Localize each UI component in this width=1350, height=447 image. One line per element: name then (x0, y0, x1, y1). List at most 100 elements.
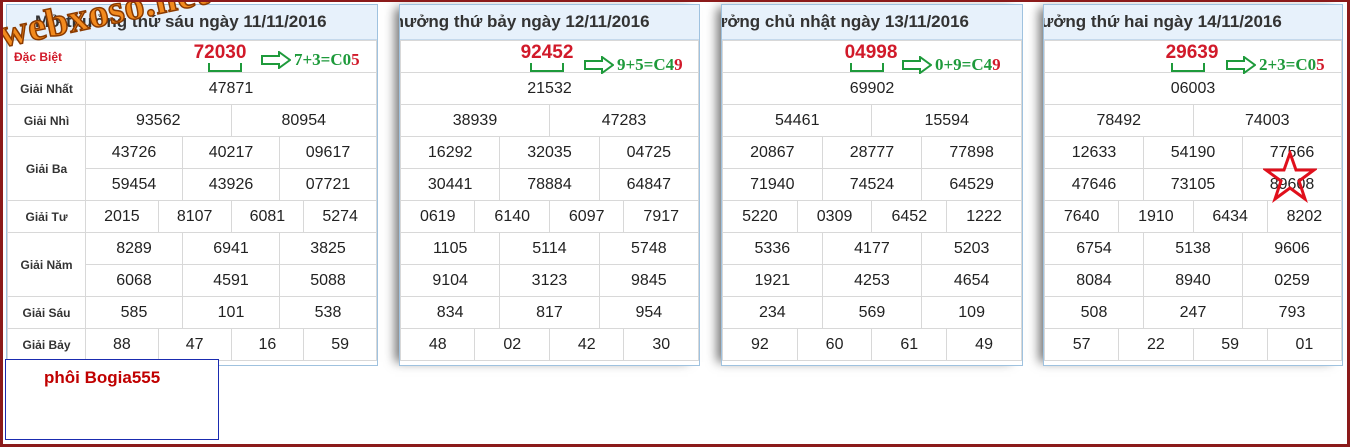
second-prize: 15594 (871, 104, 1022, 137)
fourth-prize: 6097 (548, 200, 625, 233)
first-prize: 69902 (722, 72, 1022, 105)
label-bay: Giải Bảy (7, 328, 86, 361)
fourth-prize: 6452 (871, 200, 948, 233)
fourth-prize: 1222 (946, 200, 1022, 233)
fourth-prize: 0619 (400, 200, 476, 233)
result-panel-2: Mở thưởng thứ bảy ngày 12/11/2016 92452 … (399, 4, 700, 366)
fifth-prize: 3123 (499, 264, 600, 297)
panel-title: Mở thưởng thứ bảy ngày 12/11/2016 (400, 5, 699, 40)
digit-bracket (1171, 63, 1205, 72)
fifth-prize: 5203 (921, 232, 1022, 265)
label-ba: Giải Ba (7, 136, 86, 201)
note-text: phôi Bogia555 (44, 368, 161, 387)
fourth-prize: 6140 (474, 200, 550, 233)
third-prize: 59454 (85, 168, 183, 201)
seventh-prize: 16 (230, 328, 305, 361)
fifth-prize: 8289 (85, 232, 183, 265)
formula-text: 9+5=C49 (617, 55, 683, 74)
digit-bracket (530, 63, 564, 72)
note-box: phôi Bogia555 (5, 359, 219, 440)
fifth-prize: 4591 (182, 264, 280, 297)
fifth-prize: 4177 (821, 232, 923, 265)
third-prize: 74524 (821, 168, 923, 201)
fourth-prize: 1910 (1118, 200, 1194, 233)
seventh-prize: 88 (85, 328, 159, 361)
results-table: Đặc Biệt 72030 Giải Nhất 47871 Giải Nhì … (7, 40, 377, 361)
second-prize: 38939 (400, 104, 550, 137)
sixth-prize: 101 (182, 296, 280, 329)
fourth-prize: 8107 (157, 200, 232, 233)
third-prize: 12633 (1044, 136, 1144, 169)
second-prize: 47283 (548, 104, 699, 137)
label-sau: Giải Sáu (7, 296, 86, 329)
right-arrow-icon (902, 56, 932, 74)
third-prize: 43926 (182, 168, 280, 201)
second-prize: 74003 (1192, 104, 1342, 137)
fifth-prize: 4654 (921, 264, 1022, 297)
third-prize: 73105 (1143, 168, 1243, 201)
third-prize: 64529 (921, 168, 1022, 201)
first-prize: 47871 (85, 72, 377, 105)
third-prize: 54190 (1143, 136, 1243, 169)
formula-text: 0+9=C49 (935, 55, 1001, 74)
third-prize: 77898 (921, 136, 1022, 169)
digit-bracket (208, 63, 242, 72)
third-prize: 30441 (400, 168, 501, 201)
fifth-prize: 6068 (85, 264, 183, 297)
first-prize: 21532 (400, 72, 699, 105)
fifth-prize: 5336 (722, 232, 823, 265)
third-prize: 78884 (499, 168, 600, 201)
third-prize: 43726 (85, 136, 183, 169)
seventh-prize: 22 (1118, 328, 1194, 361)
panel-title: Mở thưởng thứ hai ngày 14/11/2016 (1044, 5, 1342, 40)
right-arrow-icon (1226, 56, 1256, 74)
third-prize: 47646 (1044, 168, 1144, 201)
result-panel-1: Mở thưởng thứ sáu ngày 11/11/2016 Đặc Bi… (6, 4, 378, 366)
fourth-prize: 8202 (1266, 200, 1342, 233)
fifth-prize: 1105 (400, 232, 501, 265)
sixth-prize: 538 (279, 296, 377, 329)
result-panel-3: Mở thưởng chủ nhật ngày 13/11/2016 04998… (721, 4, 1023, 366)
special-prize-number: 29639 (1165, 41, 1219, 63)
third-prize: 09617 (279, 136, 377, 169)
third-prize: 16292 (400, 136, 501, 169)
fourth-prize: 6434 (1192, 200, 1268, 233)
results-table: 04998 69902 54461 15594 20867 28777 77898 7… (722, 40, 1022, 361)
third-prize: 71940 (722, 168, 823, 201)
right-arrow-icon (584, 56, 614, 74)
results-table: 92452 21532 38939 47283 16292 32035 04725 3… (400, 40, 699, 361)
fifth-prize: 4253 (821, 264, 923, 297)
panel-title: Mở thưởng chủ nhật ngày 13/11/2016 (722, 5, 1022, 40)
seventh-prize: 02 (474, 328, 550, 361)
fourth-prize: 0309 (796, 200, 873, 233)
label-nhat: Giải Nhất (7, 72, 86, 105)
sixth-prize: 109 (921, 296, 1022, 329)
sixth-prize: 247 (1143, 296, 1243, 329)
first-prize: 06003 (1044, 72, 1342, 105)
seventh-prize: 49 (946, 328, 1022, 361)
second-prize: 93562 (85, 104, 232, 137)
seventh-prize: 92 (722, 328, 798, 361)
fifth-prize: 5748 (598, 232, 699, 265)
fifth-prize: 1921 (722, 264, 823, 297)
sixth-prize: 954 (598, 296, 699, 329)
third-prize: 40217 (182, 136, 280, 169)
sixth-prize: 834 (400, 296, 501, 329)
fifth-prize: 6754 (1044, 232, 1144, 265)
fifth-prize: 3825 (279, 232, 377, 265)
fifth-prize: 9104 (400, 264, 501, 297)
seventh-prize: 42 (548, 328, 625, 361)
formula-text: 2+3=C05 (1259, 55, 1325, 74)
fifth-prize: 8940 (1143, 264, 1243, 297)
seventh-prize: 59 (303, 328, 377, 361)
third-prize: 32035 (499, 136, 600, 169)
special-prize-number: 04998 (844, 41, 898, 63)
label-nhi: Giải Nhì (7, 104, 86, 137)
sixth-prize: 793 (1242, 296, 1342, 329)
fifth-prize: 6941 (182, 232, 280, 265)
formula-annotation: 0+9=C49 (902, 55, 1001, 75)
fourth-prize: 7917 (623, 200, 699, 233)
seventh-prize: 30 (623, 328, 699, 361)
third-prize: 28777 (821, 136, 923, 169)
digit-bracket (850, 63, 884, 72)
